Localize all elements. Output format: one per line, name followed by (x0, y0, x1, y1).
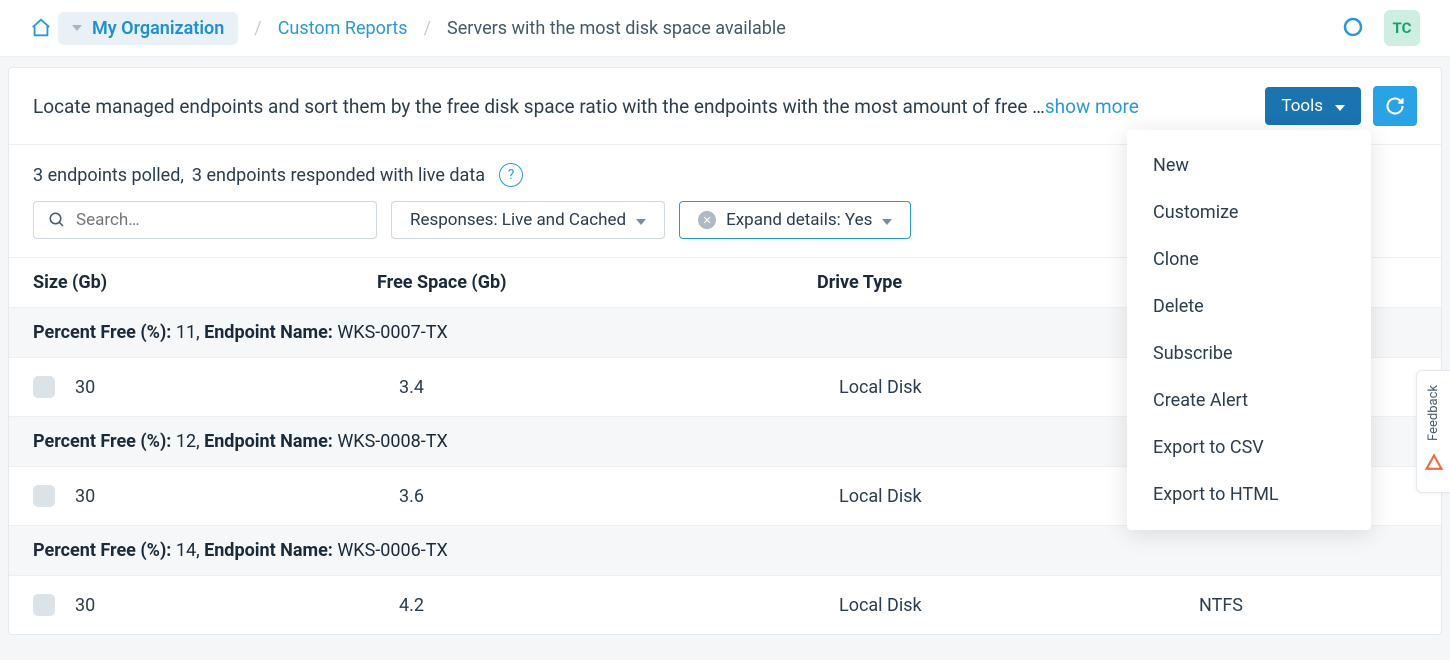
expand-label: Expand details: Yes (726, 210, 872, 230)
breadcrumb-bar: My Organization / Custom Reports / Serve… (0, 0, 1450, 57)
cell-free: 3.6 (399, 486, 839, 507)
feedback-logo-icon (1424, 453, 1444, 478)
menu-item[interactable]: New (1127, 142, 1371, 189)
responded-count: 3 endpoints responded with live data (192, 165, 485, 186)
help-icon[interactable]: ? (499, 163, 523, 187)
menu-item[interactable]: Subscribe (1127, 330, 1371, 377)
cell-size: 30 (75, 377, 399, 398)
feedback-tab[interactable]: Feedback (1416, 370, 1450, 493)
column-free[interactable]: Free Space (Gb) (377, 272, 817, 293)
responses-label: Responses: Live and Cached (410, 210, 626, 230)
cell-free: 3.4 (399, 377, 839, 398)
tools-button[interactable]: Tools (1265, 87, 1361, 125)
menu-item[interactable]: Export to HTML (1127, 471, 1371, 518)
responses-filter[interactable]: Responses: Live and Cached (391, 201, 665, 239)
cell-format: NTFS (1199, 595, 1417, 616)
search-icon (48, 211, 66, 229)
refresh-button[interactable] (1373, 86, 1417, 126)
expand-details-filter[interactable]: ✕ Expand details: Yes (679, 201, 911, 239)
chevron-down-icon (636, 210, 646, 230)
table-row: 304.2Local DiskNTFS (9, 575, 1441, 634)
chevron-down-icon (1335, 96, 1345, 116)
show-more-link[interactable]: show more (1045, 95, 1139, 118)
menu-item[interactable]: Create Alert (1127, 377, 1371, 424)
column-drive[interactable]: Drive Type (817, 272, 1177, 293)
home-icon[interactable] (30, 17, 52, 39)
menu-item[interactable]: Clone (1127, 236, 1371, 283)
description-text: Locate managed endpoints and sort them b… (33, 95, 1249, 118)
row-checkbox[interactable] (33, 376, 55, 398)
search-input-wrapper[interactable] (33, 201, 377, 239)
row-checkbox[interactable] (33, 485, 55, 507)
chevron-down-icon (882, 210, 892, 230)
global-search-icon[interactable] (1342, 16, 1366, 40)
report-card: Locate managed endpoints and sort them b… (8, 67, 1442, 635)
user-avatar[interactable]: TC (1384, 10, 1420, 46)
column-size[interactable]: Size (Gb) (33, 272, 377, 293)
cell-free: 4.2 (399, 595, 839, 616)
org-name: My Organization (92, 18, 224, 39)
chevron-down-icon (72, 25, 82, 31)
refresh-icon (1385, 96, 1405, 116)
description: Locate managed endpoints and sort them b… (33, 95, 1045, 118)
breadcrumb-current: Servers with the most disk space availab… (447, 18, 786, 39)
polled-count: 3 endpoints polled, (33, 165, 184, 186)
cell-size: 30 (75, 486, 399, 507)
group-row[interactable]: Percent Free (%): 14, Endpoint Name: WKS… (9, 525, 1441, 575)
menu-item[interactable]: Delete (1127, 283, 1371, 330)
search-input[interactable] (76, 210, 362, 230)
clear-icon[interactable]: ✕ (698, 211, 716, 229)
menu-item[interactable]: Export to CSV (1127, 424, 1371, 471)
menu-item[interactable]: Customize (1127, 189, 1371, 236)
breadcrumb-link[interactable]: Custom Reports (278, 18, 408, 39)
breadcrumb-separator: / (424, 18, 431, 39)
tools-menu: NewCustomizeCloneDeleteSubscribeCreate A… (1127, 130, 1371, 530)
cell-size: 30 (75, 595, 399, 616)
tools-label: Tools (1281, 96, 1323, 116)
org-breadcrumb[interactable]: My Organization (58, 12, 238, 45)
cell-drive: Local Disk (839, 595, 1199, 616)
feedback-label: Feedback (1426, 385, 1441, 441)
breadcrumb-separator: / (254, 18, 261, 39)
row-checkbox[interactable] (33, 594, 55, 616)
